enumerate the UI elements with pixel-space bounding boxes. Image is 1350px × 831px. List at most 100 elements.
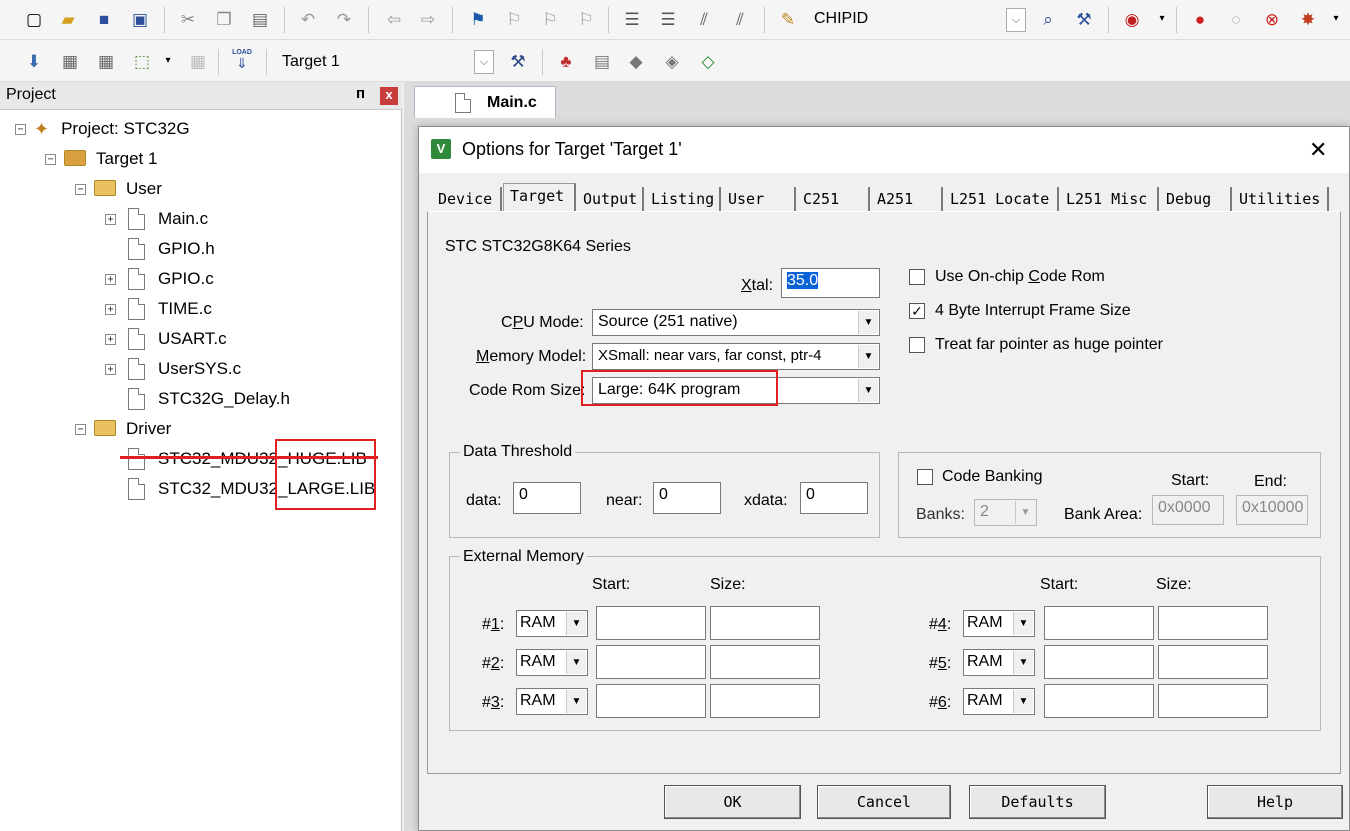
tree-file[interactable]: Main.c (128, 205, 208, 233)
manage-project-items-icon[interactable]: ♣ (554, 49, 578, 73)
debug-dropdown-icon[interactable]: ▾ (1150, 7, 1174, 31)
find-in-files-icon[interactable]: ✎ (776, 7, 800, 31)
help-button[interactable]: Help (1207, 785, 1343, 819)
tree-file[interactable]: TIME.c (128, 295, 212, 323)
ext-type-select[interactable]: RAM ▼ (516, 688, 588, 715)
pack-installer-icon[interactable]: ◈ (660, 49, 684, 73)
ext-type-select[interactable]: RAM ▼ (963, 610, 1035, 637)
tree-group-driver[interactable]: Driver (94, 415, 171, 443)
code-banking-checkbox[interactable] (917, 469, 933, 485)
expander-plus-icon[interactable]: + (105, 334, 116, 345)
ext-type-select[interactable]: RAM ▼ (516, 610, 588, 637)
expander-plus-icon[interactable]: + (105, 364, 116, 375)
ext-size-input[interactable] (710, 684, 820, 718)
tab-debug[interactable]: Debug (1160, 187, 1232, 211)
expander-plus-icon[interactable]: + (105, 274, 116, 285)
indent-icon[interactable]: ☰ (620, 7, 644, 31)
bookmark-next-icon[interactable]: ⚐ (538, 7, 562, 31)
ext-size-input[interactable] (1158, 684, 1268, 718)
defaults-button[interactable]: Defaults (969, 785, 1106, 819)
select-packs-icon[interactable]: ▤ (590, 49, 614, 73)
data-threshold-input[interactable]: 0 (513, 482, 581, 514)
tree-group-user[interactable]: User (94, 175, 162, 203)
undo-icon[interactable]: ↶ (296, 7, 320, 31)
tab-utilities[interactable]: Utilities (1233, 187, 1329, 211)
ext-start-input[interactable] (596, 684, 706, 718)
component-icon[interactable]: ◇ (696, 49, 720, 73)
batch-dropdown-icon[interactable]: ▾ (156, 49, 180, 73)
configure-icon[interactable]: ✸ (1296, 7, 1320, 31)
expander-minus-icon[interactable]: − (45, 154, 56, 165)
breakpoint-disable-icon[interactable]: ○ (1224, 7, 1248, 31)
target-dropdown-icon[interactable]: ⌵ (474, 50, 494, 74)
save-icon[interactable]: ■ (92, 7, 116, 31)
tab-l251-misc[interactable]: L251 Misc (1060, 187, 1159, 211)
far-pointer-checkbox[interactable] (909, 337, 925, 353)
ext-size-input[interactable] (710, 606, 820, 640)
ext-start-input[interactable] (596, 645, 706, 679)
breakpoint-kill-icon[interactable]: ⊗ (1260, 7, 1284, 31)
memory-model-select[interactable]: XSmall: near vars, far const, ptr-4 ▼ (592, 343, 880, 370)
chipid-dropdown-icon[interactable]: ⌵ (1006, 8, 1026, 32)
find-icon[interactable]: ⌕ (1036, 7, 1060, 31)
ext-size-input[interactable] (1158, 645, 1268, 679)
configure-dropdown-icon[interactable]: ▾ (1324, 7, 1348, 31)
tree-file[interactable]: GPIO.c (128, 265, 214, 293)
stop-build-icon[interactable]: ▦ (186, 49, 210, 73)
cpu-mode-select[interactable]: Source (251 native) ▼ (592, 309, 880, 336)
ext-size-input[interactable] (710, 645, 820, 679)
unindent-icon[interactable]: ☰ (656, 7, 680, 31)
target-select[interactable]: Target 1 (282, 53, 340, 71)
onchip-code-rom-checkbox[interactable] (909, 269, 925, 285)
nav-back-icon[interactable]: ⇦ (382, 7, 406, 31)
rte-icon[interactable]: ◆ (624, 49, 648, 73)
tree-file[interactable]: UserSYS.c (128, 355, 241, 383)
ext-size-input[interactable] (1158, 606, 1268, 640)
redo-icon[interactable]: ↷ (332, 7, 356, 31)
xtal-input[interactable]: 35.0 (781, 268, 880, 298)
rebuild-icon[interactable]: ▦ (94, 49, 118, 73)
tab-user[interactable]: User (722, 187, 796, 211)
tab-listing[interactable]: Listing (645, 187, 721, 211)
expander-minus-icon[interactable]: − (75, 184, 86, 195)
editor-tab-main[interactable]: Main.c (414, 86, 556, 118)
incremental-find-icon[interactable]: ⚒ (1072, 7, 1096, 31)
cancel-button[interactable]: Cancel (817, 785, 951, 819)
expander-minus-icon[interactable]: − (75, 424, 86, 435)
bookmark-prev-icon[interactable]: ⚐ (502, 7, 526, 31)
paste-icon[interactable]: ▤ (248, 7, 272, 31)
tab-a251[interactable]: A251 (871, 187, 943, 211)
comment-icon[interactable]: ⫽ (692, 7, 716, 31)
expander-plus-icon[interactable]: + (105, 304, 116, 315)
new-file-icon[interactable]: ▢ (22, 7, 46, 31)
tab-device[interactable]: Device (432, 187, 502, 211)
tree-file[interactable]: STC32G_Delay.h (128, 385, 290, 413)
uncomment-icon[interactable]: ⫽ (728, 7, 752, 31)
tree-file[interactable]: GPIO.h (128, 235, 215, 263)
build-icon[interactable]: ▦ (58, 49, 82, 73)
bookmark-clear-icon[interactable]: ⚐ (574, 7, 598, 31)
ext-type-select[interactable]: RAM ▼ (516, 649, 588, 676)
xdata-threshold-input[interactable]: 0 (800, 482, 868, 514)
breakpoint-icon[interactable]: ● (1188, 7, 1212, 31)
ext-type-select[interactable]: RAM ▼ (963, 649, 1035, 676)
pin-icon[interactable]: ᴨ (356, 85, 365, 102)
banks-select[interactable]: 2 ▼ (974, 499, 1037, 526)
ext-start-input[interactable] (1044, 645, 1154, 679)
ok-button[interactable]: OK (664, 785, 801, 819)
debug-session-icon[interactable]: ◉ (1120, 7, 1144, 31)
ext-start-input[interactable] (1044, 684, 1154, 718)
expander-minus-icon[interactable]: − (15, 124, 26, 135)
ext-start-input[interactable] (1044, 606, 1154, 640)
save-all-icon[interactable]: ▣ (128, 7, 152, 31)
download-icon[interactable]: LOAD ⇓ (230, 47, 254, 71)
open-icon[interactable]: ▰ (56, 7, 80, 31)
chipid-label[interactable]: CHIPID (814, 10, 868, 28)
translate-icon[interactable]: ⬇ (22, 49, 46, 73)
bank-start-input[interactable]: 0x0000 (1152, 495, 1224, 525)
ext-type-select[interactable]: RAM ▼ (963, 688, 1035, 715)
options-for-target-icon[interactable]: ⚒ (506, 49, 530, 73)
close-panel-icon[interactable]: x (380, 87, 398, 105)
cut-icon[interactable]: ✂ (176, 7, 200, 31)
tab-output[interactable]: Output (577, 187, 644, 211)
